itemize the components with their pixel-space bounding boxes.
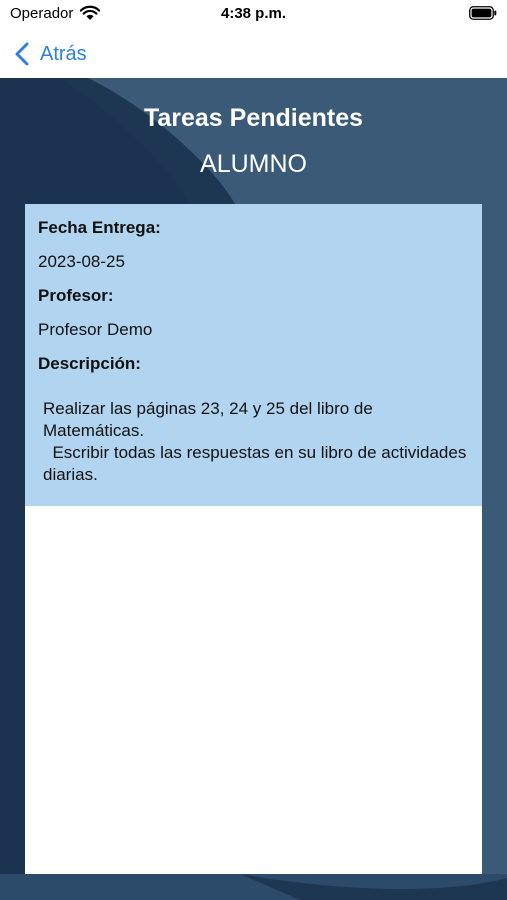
page-title: Tareas Pendientes: [143, 104, 364, 132]
teacher-label: Profesor:: [38, 286, 114, 305]
status-bar: Operador 4:38 p.m.: [0, 0, 507, 30]
back-button[interactable]: Atrás: [14, 38, 87, 70]
back-label: Atrás: [40, 42, 87, 65]
page-subtitle: ALUMNO: [200, 150, 307, 178]
due-date-value: 2023-08-25: [38, 252, 125, 271]
due-date-label: Fecha Entrega:: [38, 218, 161, 237]
battery-icon: [469, 6, 497, 20]
task-card: Fecha Entrega: 2023-08-25 Profesor: Prof…: [25, 204, 482, 874]
description-label: Descripción:: [38, 354, 141, 373]
nav-bar: Atrás: [0, 30, 507, 78]
description-text: Realizar las páginas 23, 24 y 25 del lib…: [43, 399, 467, 484]
teacher-value: Profesor Demo: [38, 320, 153, 339]
task-info-panel: Fecha Entrega: 2023-08-25 Profesor: Prof…: [25, 204, 482, 506]
chevron-left-icon: [15, 42, 29, 66]
main-content: Tareas Pendientes ALUMNO Fecha Entrega: …: [0, 78, 507, 900]
clock: 4:38 p.m.: [220, 5, 287, 22]
